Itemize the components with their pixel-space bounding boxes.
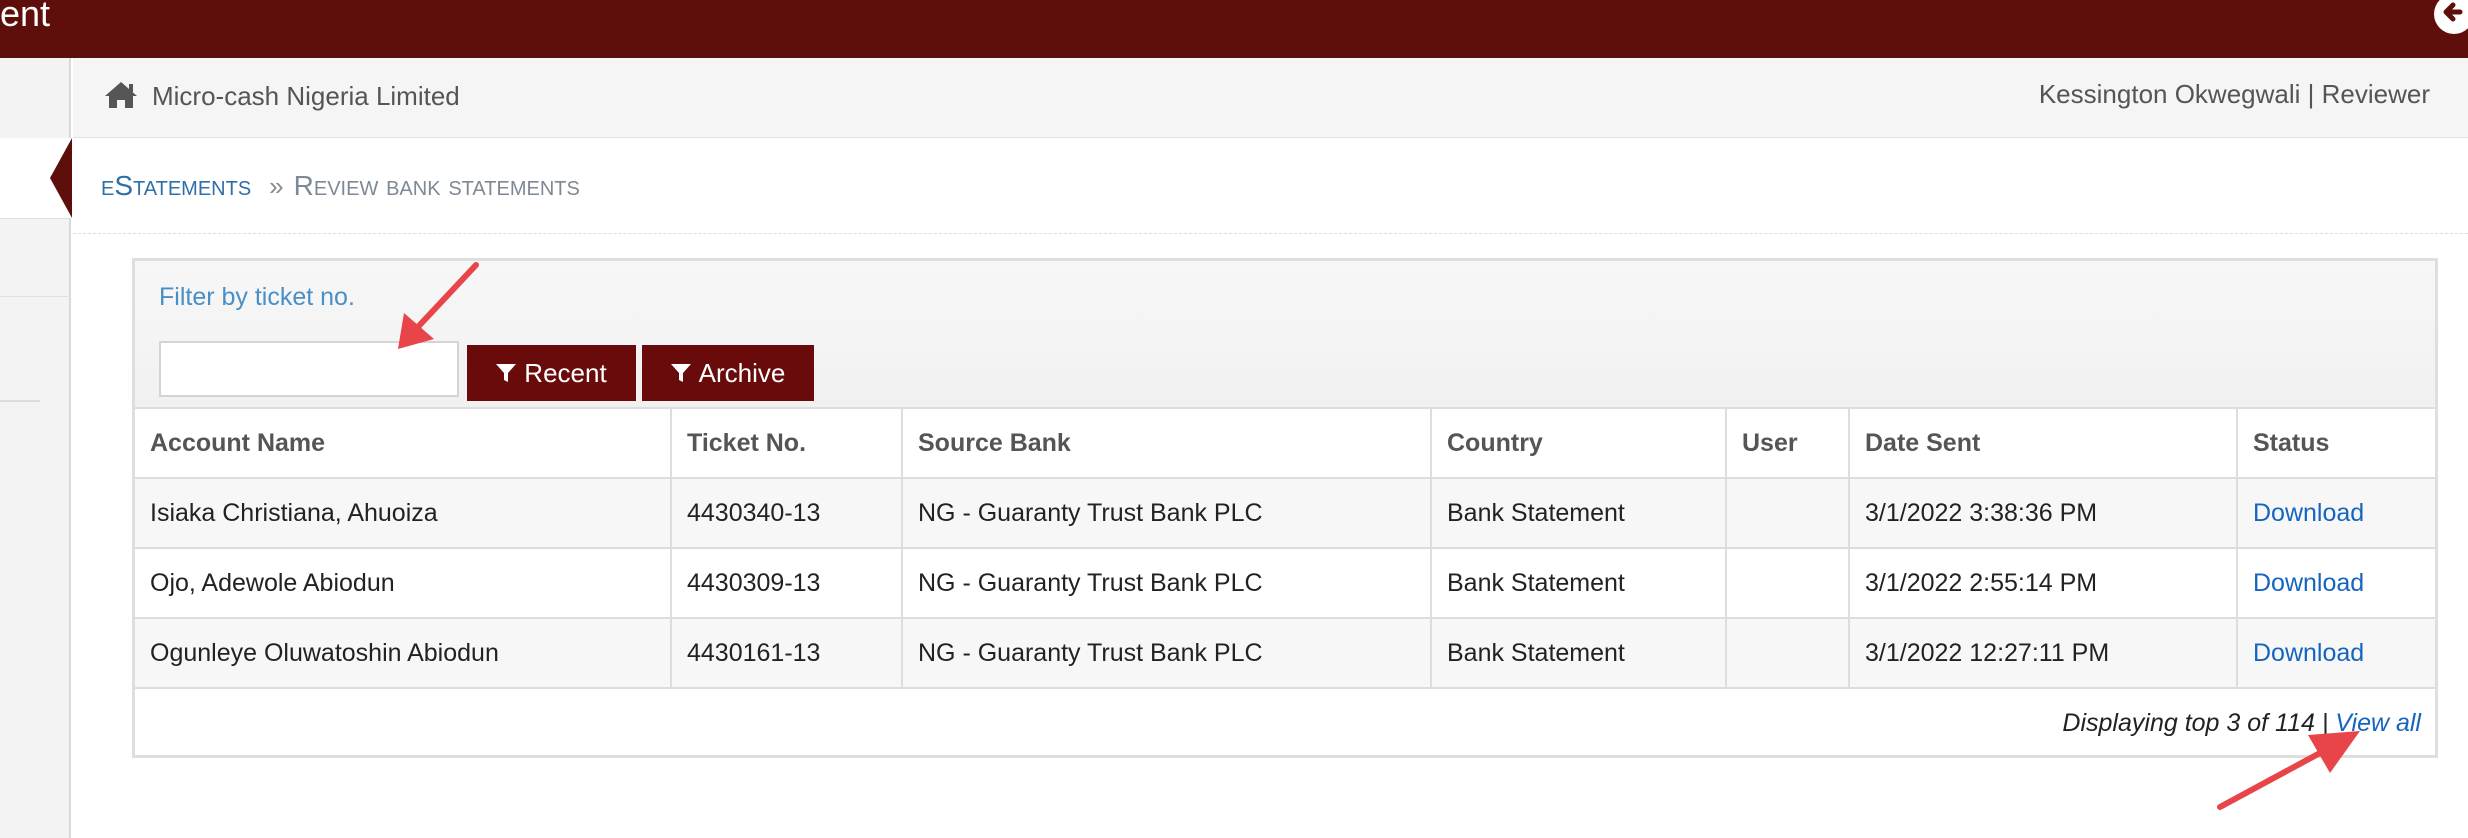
statements-table: Account Name Ticket No. Source Bank Coun… [135, 407, 2435, 689]
download-link[interactable]: Download [2253, 499, 2364, 527]
cell-date-sent: 3/1/2022 12:27:11 PM [1848, 617, 2238, 689]
cell-status: Download [2236, 617, 2435, 689]
cell-ticket-no: 4430309-13 [670, 547, 903, 619]
sidebar-item[interactable] [0, 218, 71, 296]
breadcrumb-divider [73, 233, 2468, 234]
user-info: Kessington Okwegwali | Reviewer [2038, 79, 2430, 109]
column-header-source-bank[interactable]: Source Bank [901, 407, 1432, 479]
cell-country: Bank Statement [1430, 477, 1727, 549]
sidebar-item[interactable] [0, 296, 71, 374]
app-title: ent [0, 0, 51, 34]
column-header-date-sent[interactable]: Date Sent [1848, 407, 2238, 479]
view-all-link[interactable]: View all [2335, 709, 2421, 737]
statements-panel: Filter by ticket no. Recent Archive Acco… [132, 258, 2438, 758]
cell-date-sent: 3/1/2022 2:55:14 PM [1848, 547, 2238, 619]
column-header-country[interactable]: Country [1430, 407, 1727, 479]
cell-ticket-no: 4430161-13 [670, 617, 903, 689]
home-icon[interactable] [103, 80, 139, 110]
cell-ticket-no: 4430340-13 [670, 477, 903, 549]
cell-user [1725, 477, 1850, 549]
table-header-row: Account Name Ticket No. Source Bank Coun… [135, 407, 2435, 479]
sidebar-divider [0, 400, 40, 402]
cell-status: Download [2236, 477, 2435, 549]
cell-account-name: Ojo, Adewole Abiodun [135, 547, 672, 619]
cell-country: Bank Statement [1430, 617, 1727, 689]
download-link[interactable]: Download [2253, 569, 2364, 597]
recent-button[interactable]: Recent [467, 345, 636, 401]
filter-bar: Filter by ticket no. Recent Archive [135, 261, 2435, 407]
cell-source-bank: NG - Guaranty Trust Bank PLC [901, 617, 1432, 689]
back-arrow-icon [2434, 0, 2468, 34]
results-count: Displaying top 3 of 114 | [2062, 709, 2329, 737]
ticket-filter-input[interactable] [159, 341, 459, 397]
company-name: Micro-cash Nigeria Limited [152, 81, 460, 111]
filter-icon [496, 364, 517, 382]
top-bar: ent [0, 0, 2468, 58]
active-indicator [50, 138, 72, 218]
archive-button[interactable]: Archive [642, 345, 814, 401]
page-header: Micro-cash Nigeria Limited Kessington Ok… [73, 58, 2468, 138]
breadcrumb-estatements[interactable]: eStatements [101, 170, 251, 201]
cell-status: Download [2236, 547, 2435, 619]
filter-icon [670, 364, 691, 382]
cell-user [1725, 617, 1850, 689]
table-row: Isiaka Christiana, Ahuoiza 4430340-13 NG… [135, 477, 2435, 549]
column-header-account-name[interactable]: Account Name [135, 407, 672, 479]
cell-source-bank: NG - Guaranty Trust Bank PLC [901, 547, 1432, 619]
recent-button-label: Recent [524, 357, 607, 388]
column-header-ticket-no[interactable]: Ticket No. [670, 407, 903, 479]
cell-account-name: Ogunleye Oluwatoshin Abiodun [135, 617, 672, 689]
cell-country: Bank Statement [1430, 547, 1727, 619]
archive-button-label: Archive [698, 357, 786, 388]
filter-label: Filter by ticket no. [159, 283, 355, 311]
cell-source-bank: NG - Guaranty Trust Bank PLC [901, 477, 1432, 549]
breadcrumb-current: Review bank statements [293, 170, 580, 201]
back-button[interactable] [2430, 0, 2468, 34]
table-row: Ojo, Adewole Abiodun 4430309-13 NG - Gua… [135, 547, 2435, 619]
cell-date-sent: 3/1/2022 3:38:36 PM [1848, 477, 2238, 549]
column-header-status[interactable]: Status [2236, 407, 2435, 479]
breadcrumb-separator: » [269, 171, 284, 201]
column-header-user[interactable]: User [1725, 407, 1850, 479]
download-link[interactable]: Download [2253, 639, 2364, 667]
breadcrumb: eStatements » Review bank statements [101, 166, 580, 206]
results-summary: Displaying top 3 of 114 | View all [2062, 706, 2421, 740]
cell-user [1725, 547, 1850, 619]
table-row: Ogunleye Oluwatoshin Abiodun 4430161-13 … [135, 617, 2435, 689]
cell-account-name: Isiaka Christiana, Ahuoiza [135, 477, 672, 549]
